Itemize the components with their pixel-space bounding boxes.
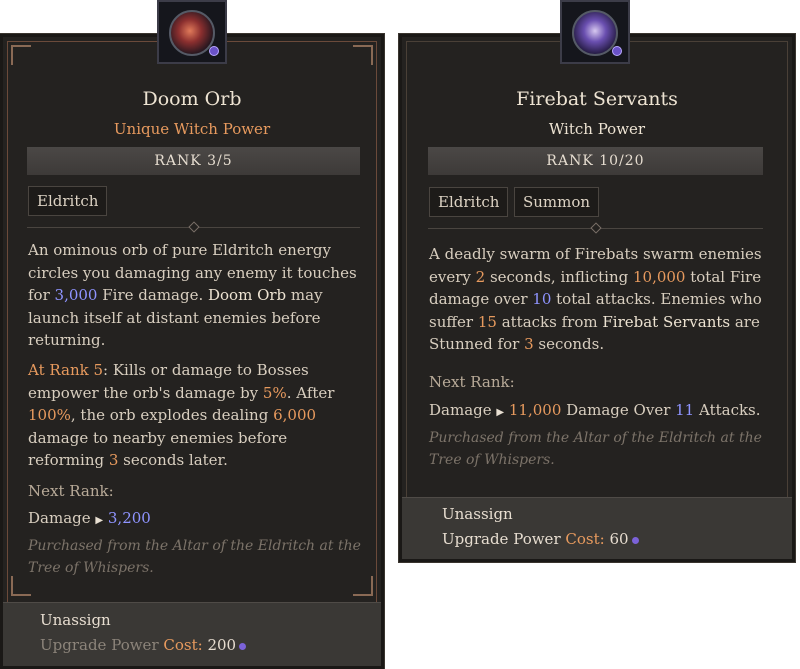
ornament-corner-icon (11, 576, 31, 596)
arrow-right-icon: ▶ (496, 407, 505, 418)
ornament-corner-icon (353, 576, 373, 596)
unassign-action[interactable]: Unassign (442, 505, 513, 523)
rank-bar: RANK 10/20 (428, 147, 763, 175)
obol-currency-icon (631, 536, 639, 544)
gem-icon (209, 46, 219, 56)
power-subtitle: Unique Witch Power (113, 120, 271, 138)
firebat-servants-tooltip: Firebat Servants Witch Power RANK 10/20 … (398, 33, 796, 563)
ornament-corner-icon (11, 45, 31, 65)
tooltip-footer: Unassign Upgrade Power Cost: 200 (3, 602, 381, 666)
tag-summon: Summon (514, 187, 600, 217)
next-rank-label: Next Rank: (28, 482, 114, 500)
gem-icon (612, 46, 622, 56)
flavor-text: Purchased from the Altar of the Eldritch… (429, 430, 762, 468)
arrow-right-icon: ▶ (95, 515, 104, 526)
divider (27, 221, 360, 233)
next-rank-label: Next Rank: (429, 373, 515, 391)
power-subtitle: Witch Power (548, 120, 646, 138)
flavor-text: Purchased from the Altar of the Eldritch… (28, 538, 361, 576)
divider (428, 222, 763, 234)
doom-orb-tooltip: Doom Orb Unique Witch Power RANK 3/5 Eld… (0, 33, 385, 669)
unassign-action[interactable]: Unassign (40, 611, 111, 629)
power-title: Firebat Servants (516, 88, 678, 110)
upgrade-power-line[interactable]: Upgrade Power Cost: 60 (442, 530, 639, 548)
power-description: A deadly swarm of Firebats swarm enemies… (429, 245, 762, 353)
upgrade-power-line[interactable]: Upgrade Power Cost: 200 (40, 636, 247, 654)
divider-diamond-icon (187, 221, 200, 233)
obol-currency-icon (239, 642, 247, 650)
power-title: Doom Orb (142, 88, 242, 110)
ornament-corner-icon (353, 45, 373, 65)
rank-5-bonus: At Rank 5: Kills or damage to Bosses emp… (28, 361, 335, 469)
tooltip-footer: Unassign Upgrade Power Cost: 60 (402, 497, 792, 559)
doom-orb-icon (157, 0, 227, 64)
next-rank-stat: Damage ▶ 11,000 Damage Over 11 Attacks. (429, 401, 761, 419)
firebat-servants-icon (560, 0, 630, 64)
divider-diamond-icon (589, 222, 602, 234)
rank-bar: RANK 3/5 (27, 147, 360, 175)
next-rank-stat: Damage ▶ 3,200 (28, 509, 151, 527)
power-description: An ominous orb of pure Eldritch energy c… (28, 241, 357, 349)
tag-eldritch: Eldritch (28, 186, 108, 216)
tag-eldritch: Eldritch (429, 187, 509, 217)
